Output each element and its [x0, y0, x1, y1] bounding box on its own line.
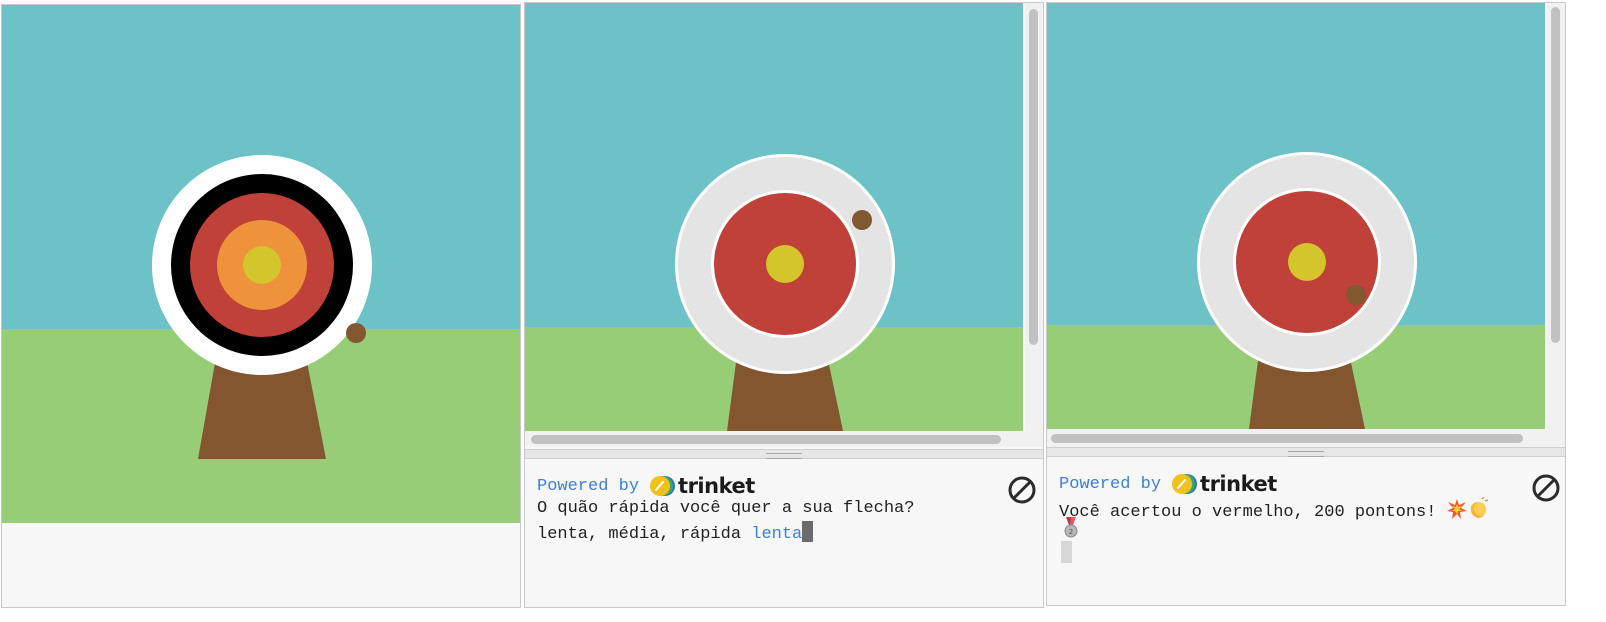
- trinket-brand: trinket: [1200, 472, 1277, 496]
- archery-scene-3: [1047, 3, 1545, 429]
- text-cursor[interactable]: [1061, 541, 1072, 563]
- archery-scene-2: [525, 3, 1023, 431]
- arrow-hit: [852, 210, 872, 230]
- arrow-hit: [346, 323, 366, 343]
- medal-icon: 2: [1064, 517, 1078, 538]
- stop-button[interactable]: [1531, 473, 1561, 503]
- vertical-scrollbar-thumb[interactable]: [1551, 7, 1560, 343]
- powered-by-trinket[interactable]: Powered by trinket: [1059, 471, 1277, 497]
- prompt-line-2: lenta, média, rápida lenta: [537, 521, 814, 544]
- trinket-logo-icon: [1172, 474, 1198, 494]
- stop-button[interactable]: [1007, 475, 1037, 505]
- screenshot-root: Powered by trinket O quão rápida você qu…: [0, 0, 1606, 622]
- prompt-line-1: O quão rápida você quer a sua flecha?: [537, 499, 915, 518]
- console-output: Powered by trinket O quão rápida você qu…: [525, 459, 1043, 607]
- prompt-options: lenta, média, rápida: [537, 525, 752, 544]
- horizontal-scrollbar-thumb[interactable]: [1051, 434, 1523, 443]
- target-bullseye: [243, 246, 281, 284]
- vertical-scrollbar[interactable]: [1025, 3, 1043, 431]
- trinket-logo-icon: [650, 476, 676, 496]
- trinket-logo[interactable]: trinket: [1171, 472, 1277, 496]
- console-resize-handle[interactable]: [1047, 447, 1565, 457]
- user-input-echo[interactable]: lenta: [751, 525, 802, 544]
- horizontal-scrollbar[interactable]: [525, 431, 1043, 447]
- scene-panel-1: [1, 4, 521, 608]
- scene-panel-2: Powered by trinket O quão rápida você qu…: [524, 2, 1044, 608]
- horizontal-scrollbar-thumb[interactable]: [531, 435, 1001, 444]
- target-bullseye: [1288, 243, 1326, 281]
- powered-by-trinket[interactable]: Powered by trinket: [537, 473, 755, 499]
- console-output: Powered by trinket Você acertou o vermel…: [1047, 457, 1565, 605]
- svg-text:2: 2: [1069, 528, 1073, 536]
- archery-scene-1: [2, 5, 520, 523]
- powered-by-label: Powered by: [537, 476, 640, 496]
- result-text: Você acertou o vermelho, 200 pontons!: [1059, 503, 1437, 522]
- trinket-logo[interactable]: trinket: [649, 474, 755, 498]
- powered-by-label: Powered by: [1059, 474, 1162, 494]
- scene-panel-3: Powered by trinket Você acertou o vermel…: [1046, 2, 1566, 606]
- vertical-scrollbar-thumb[interactable]: [1029, 9, 1038, 345]
- horizontal-scrollbar[interactable]: [1047, 429, 1565, 447]
- target-bullseye: [766, 245, 804, 283]
- arrow-hit: [1346, 285, 1366, 305]
- clapping-hands-icon: [1470, 497, 1488, 518]
- collision-icon: [1446, 499, 1467, 519]
- result-line: Você acertou o vermelho, 200 pontons!: [1059, 497, 1489, 522]
- console-resize-handle[interactable]: [525, 449, 1043, 459]
- text-cursor[interactable]: [802, 521, 814, 542]
- trinket-brand: trinket: [678, 474, 755, 498]
- vertical-scrollbar[interactable]: [1547, 3, 1565, 429]
